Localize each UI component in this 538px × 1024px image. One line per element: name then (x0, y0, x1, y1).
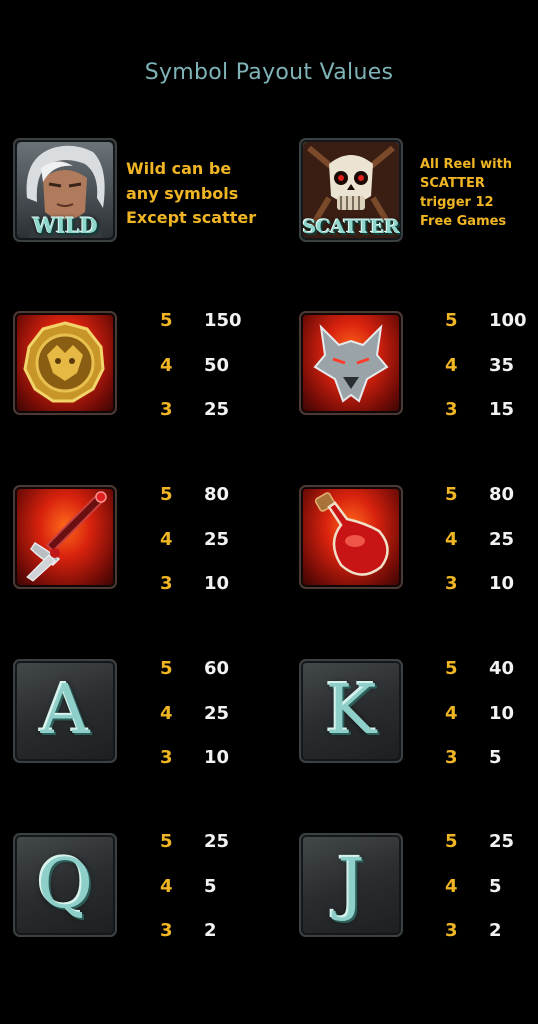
payout-amount: 2 (489, 920, 502, 941)
payout-count: 4 (160, 703, 173, 724)
payout-amount: 10 (489, 703, 515, 724)
payout-count: 5 (445, 658, 458, 679)
payout-amount: 5 (489, 876, 502, 897)
potion-symbol-tile (299, 485, 403, 589)
letter-k-symbol-tile: K (299, 659, 403, 763)
scatter-description: All Reel with SCATTER trigger 12 Free Ga… (420, 155, 512, 231)
payout-amount: 25 (204, 831, 230, 852)
wild-badge: WILD (32, 213, 98, 238)
payout-count: 4 (160, 876, 173, 897)
payout-amount: 10 (204, 573, 230, 594)
payout-count: 5 (445, 310, 458, 331)
payout-count: 5 (160, 831, 173, 852)
payout-count: 4 (160, 529, 173, 550)
golden-dragon-medallion-icon (23, 321, 105, 403)
payout-count: 4 (445, 876, 458, 897)
payout-amount: 15 (489, 399, 515, 420)
payout-amount: 25 (204, 399, 230, 420)
payout-amount: 35 (489, 355, 515, 376)
payout-amount: 2 (204, 920, 217, 941)
payout-count: 3 (160, 573, 173, 594)
payout-amount: 80 (204, 484, 230, 505)
payout-amount: 25 (489, 831, 515, 852)
payout-amount: 25 (204, 529, 230, 550)
letter-k-icon: K (325, 671, 377, 750)
payout-amount: 25 (489, 529, 515, 550)
payout-amount: 40 (489, 658, 515, 679)
sword-symbol-tile (13, 485, 117, 589)
payout-count: 3 (445, 399, 458, 420)
scatter-symbol-tile: SCATTER (299, 138, 403, 242)
payout-amount: 25 (204, 703, 230, 724)
payout-amount: 5 (204, 876, 217, 897)
payout-count: 4 (445, 355, 458, 376)
payout-count: 5 (160, 658, 173, 679)
letter-j-symbol-tile: J (299, 833, 403, 937)
scatter-description-line: Free Games (420, 214, 507, 229)
wild-description: Wild can be any symbols Except scatter (126, 157, 256, 231)
payout-count: 3 (160, 920, 173, 941)
payout-amount: 50 (204, 355, 230, 376)
payout-amount: 10 (489, 573, 515, 594)
payout-count: 3 (160, 747, 173, 768)
payout-count: 5 (160, 310, 173, 331)
payout-count: 4 (445, 703, 458, 724)
wolf-head-icon (313, 324, 389, 403)
sword-icon (26, 491, 107, 582)
letter-a-icon: A (40, 671, 90, 750)
payout-amount: 10 (204, 747, 230, 768)
payout-count: 3 (160, 399, 173, 420)
letter-q-icon: Q (37, 845, 93, 924)
scatter-badge: SCATTER (302, 216, 400, 238)
scatter-description-line: All Reel with (420, 157, 513, 172)
dragon-medallion-symbol-tile (13, 311, 117, 415)
payout-amount: 5 (489, 747, 502, 768)
wild-description-line: Except scatter (126, 208, 257, 227)
wild-description-line: any symbols (126, 183, 239, 203)
wild-description-line: Wild can be (126, 159, 232, 178)
page-title: Symbol Payout Values (144, 60, 394, 85)
payout-count: 4 (445, 529, 458, 550)
wild-symbol-tile: WILD (13, 138, 117, 242)
payout-count: 3 (445, 920, 458, 941)
scatter-description-line: trigger 12 (420, 195, 494, 210)
payout-count: 4 (160, 355, 173, 376)
payout-count: 5 (445, 484, 458, 505)
letter-q-symbol-tile: Q (13, 833, 117, 937)
payout-count: 3 (445, 573, 458, 594)
wolf-symbol-tile (299, 311, 403, 415)
payout-count: 3 (445, 747, 458, 768)
payout-amount: 100 (489, 310, 527, 331)
payout-amount: 80 (489, 484, 515, 505)
payout-count: 5 (445, 831, 458, 852)
letter-j-icon: J (337, 845, 365, 924)
scatter-description-line: SCATTER (420, 176, 485, 191)
payout-amount: 60 (204, 658, 230, 679)
payout-amount: 150 (204, 310, 242, 331)
letter-a-symbol-tile: A (13, 659, 117, 763)
payout-count: 5 (160, 484, 173, 505)
red-potion-icon (314, 492, 389, 576)
